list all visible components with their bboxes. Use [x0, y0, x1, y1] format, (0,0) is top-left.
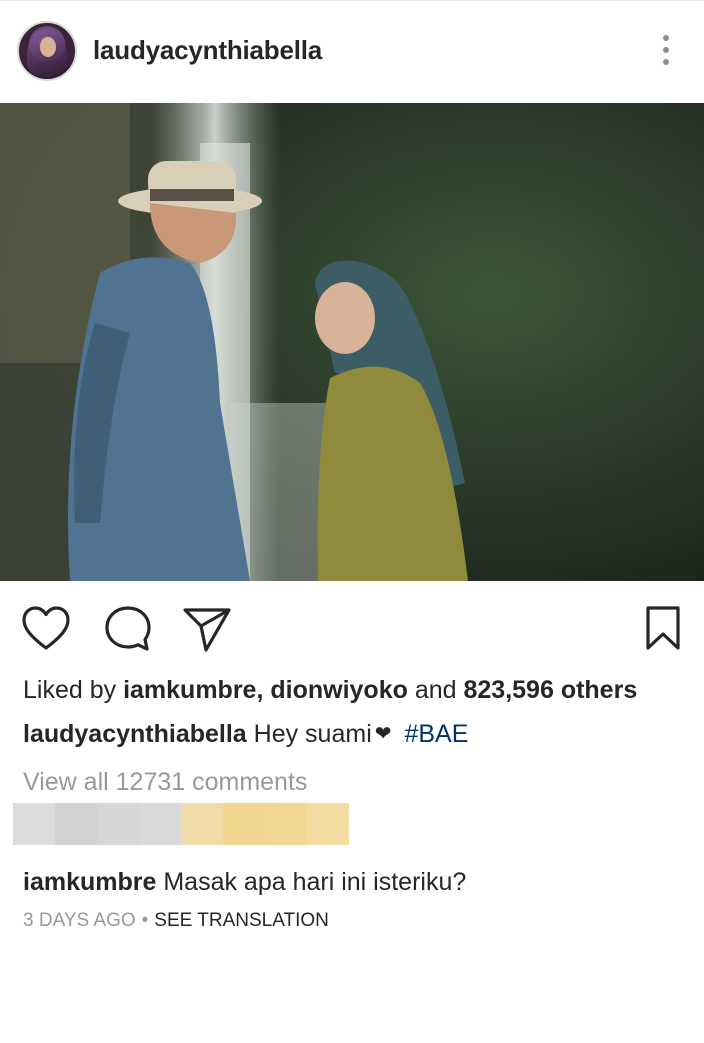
caption-text: Hey suami	[253, 720, 372, 748]
likes-count[interactable]: 823,596 others	[464, 676, 638, 704]
avatar[interactable]	[17, 21, 77, 81]
meta-separator: •	[141, 910, 149, 931]
likes-prefix: Liked by	[23, 676, 117, 704]
heart-emoji-icon: ❤	[374, 723, 392, 745]
likes-and: and	[414, 676, 457, 704]
post-header: laudyacynthiabella	[0, 0, 704, 103]
comment-icon[interactable]	[103, 604, 153, 654]
liked-by-user-2[interactable]: dionwiyoko	[270, 676, 408, 704]
comment-text: Masak apa hari ini isteriku?	[163, 868, 467, 896]
view-all-comments-link[interactable]: View all 12731 comments	[23, 768, 307, 797]
likes-separator: ,	[256, 676, 264, 704]
liked-by-user-1[interactable]: iamkumbre	[123, 676, 256, 704]
heart-icon[interactable]	[21, 604, 71, 654]
caption-hashtag[interactable]: #BAE	[404, 720, 468, 748]
post-image[interactable]	[0, 103, 704, 581]
avatar-face	[40, 37, 56, 57]
more-vertical-icon[interactable]	[659, 35, 673, 71]
blurred-comment-placeholder	[13, 803, 349, 845]
post-username[interactable]: laudyacynthiabella	[93, 35, 322, 66]
bookmark-icon[interactable]	[643, 604, 693, 654]
action-bar	[0, 582, 704, 662]
see-translation-link[interactable]: SEE TRANSLATION	[154, 910, 329, 931]
comment-username[interactable]: iamkumbre	[23, 868, 156, 896]
photo-illustration	[0, 103, 704, 581]
paper-plane-icon[interactable]	[182, 604, 232, 654]
post-meta: 3 DAYS AGO • SEE TRANSLATION	[23, 910, 329, 932]
comment: iamkumbre Masak apa hari ini isteriku?	[23, 868, 466, 897]
post-timestamp: 3 DAYS AGO	[23, 910, 136, 931]
likes-line: Liked by iamkumbre, dionwiyoko and 823,5…	[23, 676, 637, 705]
caption: laudyacynthiabella Hey suami ❤ #BAE	[23, 720, 468, 749]
caption-username[interactable]: laudyacynthiabella	[23, 720, 247, 748]
